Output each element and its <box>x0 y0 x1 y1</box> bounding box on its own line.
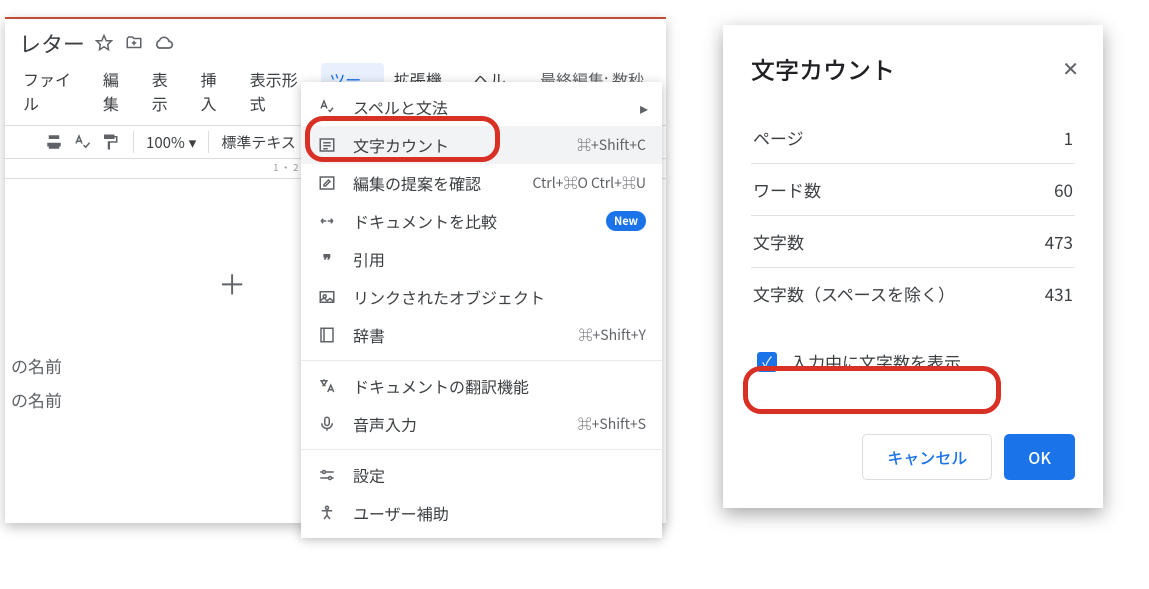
menu-file[interactable]: ファイル <box>15 63 93 119</box>
value: 473 <box>1045 229 1073 254</box>
new-badge: New <box>606 211 646 231</box>
shortcut: Ctrl+⌘O Ctrl+⌘U <box>533 173 646 193</box>
row-pages: ページ 1 <box>751 112 1075 164</box>
compare-icon <box>317 211 337 231</box>
menu-insert[interactable]: 挿入 <box>193 63 240 119</box>
dialog-title: 文字カウント <box>751 51 1075 86</box>
menu-dictionary[interactable]: 辞書 ⌘+Shift+Y <box>301 316 662 354</box>
menu-label: ドキュメントの翻訳機能 <box>353 374 529 398</box>
menu-label: 引用 <box>353 247 385 271</box>
stats-rows: ページ 1 ワード数 60 文字数 473 文字数（スペースを除く） 431 <box>751 112 1075 319</box>
row-chars-nospace: 文字数（スペースを除く） 431 <box>751 268 1075 319</box>
zoom-value: 100% <box>146 132 185 153</box>
preferences-icon <box>317 465 337 485</box>
checkbox-icon: ✓ <box>757 352 777 372</box>
zoom-select[interactable]: 100%▾ <box>146 132 196 153</box>
tools-dropdown: スペルと文法 ▸ 文字カウント ⌘+Shift+C 編集の提案を確認 Ctrl+… <box>301 82 662 538</box>
menu-preferences[interactable]: 設定 <box>301 456 662 494</box>
menu-label: リンクされたオブジェクト <box>353 285 545 309</box>
menu-label: 音声入力 <box>353 412 417 436</box>
shortcut: ⌘+Shift+C <box>577 135 646 155</box>
label: 文字数（スペースを除く） <box>753 281 955 306</box>
shortcut: ⌘+Shift+S <box>578 414 646 434</box>
label: ページ <box>753 125 804 150</box>
menu-label: 編集の提案を確認 <box>353 171 481 195</box>
translate-icon <box>317 376 337 396</box>
menu-linked-objects[interactable]: リンクされたオブジェクト <box>301 278 662 316</box>
shortcut: ⌘+Shift+Y <box>579 325 647 345</box>
body-line: の名前 <box>11 349 62 383</box>
menu-separator <box>301 360 662 361</box>
cloud-icon[interactable] <box>153 32 175 54</box>
quote-icon: ❞ <box>317 249 337 269</box>
display-count-checkbox[interactable]: ✓ 入力中に文字数を表示 <box>751 345 1075 378</box>
print-icon[interactable] <box>43 131 65 153</box>
move-icon[interactable] <box>123 32 145 54</box>
submenu-arrow-icon: ▸ <box>640 95 648 119</box>
menu-compare-docs[interactable]: ドキュメントを比較 New <box>301 202 662 240</box>
paragraph-style-select[interactable]: 標準テキス <box>221 132 296 153</box>
document-title[interactable]: レター <box>19 27 85 59</box>
ok-button[interactable]: OK <box>1004 434 1075 480</box>
star-icon[interactable] <box>93 32 115 54</box>
accessibility-icon <box>317 503 337 523</box>
menu-spell-grammar[interactable]: スペルと文法 ▸ <box>301 88 662 126</box>
mic-icon <box>317 414 337 434</box>
menu-label: 設定 <box>353 463 385 487</box>
menu-view[interactable]: 表示 <box>144 63 191 119</box>
checkbox-label: 入力中に文字数を表示 <box>791 349 961 374</box>
document-body[interactable]: の名前 の名前 <box>11 349 62 417</box>
menu-word-count[interactable]: 文字カウント ⌘+Shift+C <box>301 126 662 164</box>
title-bar: レター <box>5 19 666 63</box>
spell-icon <box>317 97 337 117</box>
menu-label: ユーザー補助 <box>353 501 449 525</box>
menu-accessibility[interactable]: ユーザー補助 <box>301 494 662 532</box>
value: 1 <box>1064 125 1073 150</box>
separator <box>133 131 134 153</box>
menu-separator <box>301 449 662 450</box>
paint-format-icon[interactable] <box>99 131 121 153</box>
dialog-buttons: キャンセル OK <box>751 434 1075 480</box>
label: 文字数 <box>753 229 804 254</box>
close-icon[interactable]: ✕ <box>1062 53 1079 82</box>
value: 431 <box>1045 281 1073 306</box>
suggest-icon <box>317 173 337 193</box>
menu-citations[interactable]: ❞ 引用 <box>301 240 662 278</box>
menu-translate[interactable]: ドキュメントの翻訳機能 <box>301 367 662 405</box>
menu-voice-typing[interactable]: 音声入力 ⌘+Shift+S <box>301 405 662 443</box>
row-chars: 文字数 473 <box>751 216 1075 268</box>
add-button[interactable]: ＋ <box>218 264 246 304</box>
menu-label: 辞書 <box>353 323 385 347</box>
label: ワード数 <box>753 177 821 202</box>
menu-label: 文字カウント <box>353 133 449 157</box>
row-words: ワード数 60 <box>751 164 1075 216</box>
separator <box>208 131 209 153</box>
word-count-dialog: 文字カウント ✕ ページ 1 ワード数 60 文字数 473 文字数（スペースを除く）… <box>723 25 1103 508</box>
menu-label: スペルと文法 <box>353 95 448 119</box>
chevron-down-icon: ▾ <box>189 132 197 153</box>
dictionary-icon <box>317 325 337 345</box>
menu-review-suggestions[interactable]: 編集の提案を確認 Ctrl+⌘O Ctrl+⌘U <box>301 164 662 202</box>
cancel-button[interactable]: キャンセル <box>862 434 992 480</box>
body-line: の名前 <box>11 383 62 417</box>
word-count-icon <box>317 135 337 155</box>
menu-label: ドキュメントを比較 <box>353 209 497 233</box>
value: 60 <box>1054 177 1073 202</box>
spellcheck-icon[interactable] <box>71 131 93 153</box>
menu-edit[interactable]: 編集 <box>95 63 142 119</box>
linked-icon <box>317 287 337 307</box>
